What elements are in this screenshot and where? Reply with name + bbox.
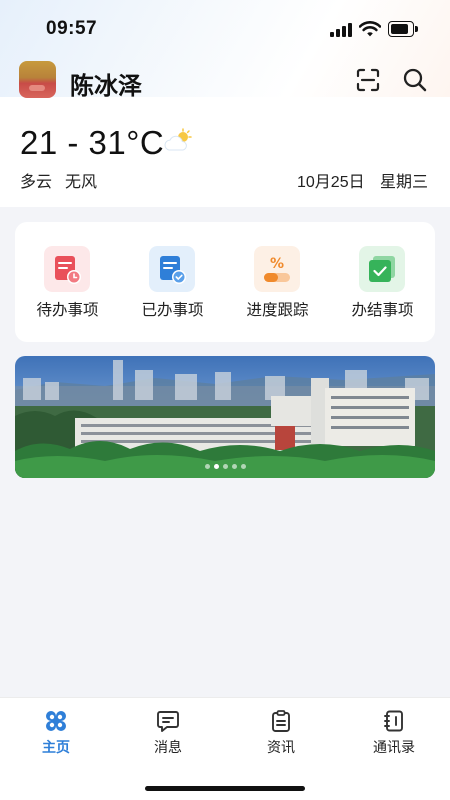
quick-action-label: 办结事项	[351, 302, 414, 319]
tab-label: 消息	[154, 739, 182, 755]
wind-status: 无风	[65, 174, 98, 191]
bottom-tab-bar: 主页 消息 资讯 通讯录	[0, 697, 450, 800]
completed-box-icon	[359, 246, 405, 292]
tab-label: 主页	[42, 739, 70, 755]
status-bar: 09:57	[0, 0, 450, 54]
quick-action-progress[interactable]: % 进度跟踪	[225, 222, 330, 342]
home-grid-icon	[46, 711, 66, 731]
campus-photo	[15, 356, 435, 478]
search-icon[interactable]	[402, 67, 428, 93]
campus-banner[interactable]	[15, 356, 435, 478]
message-icon	[157, 711, 179, 732]
partly-cloudy-icon	[164, 128, 192, 151]
news-clipboard-icon	[272, 710, 290, 732]
carousel-dot[interactable]	[240, 464, 246, 469]
avatar[interactable]	[19, 61, 56, 98]
quick-action-done[interactable]: 已办事项	[120, 222, 225, 342]
battery-icon	[388, 21, 418, 37]
carousel-indicator	[15, 464, 435, 469]
cellular-signal-icon	[330, 23, 352, 37]
quick-action-label: 进度跟踪	[246, 302, 309, 319]
weather-condition: 多云	[20, 174, 53, 191]
carousel-dot[interactable]	[204, 464, 210, 469]
tab-contacts[interactable]: 通讯录	[338, 698, 450, 762]
scan-icon[interactable]	[355, 67, 381, 93]
weather-panel: 21 - 31°C 多云 无风 10月25日 星期三	[0, 118, 450, 198]
tab-home[interactable]: 主页	[0, 698, 112, 762]
temperature-range: 21 - 31°C	[20, 124, 165, 161]
quick-action-completed[interactable]: 办结事项	[330, 222, 435, 342]
svg-text:%: %	[270, 256, 284, 272]
tab-label: 资讯	[267, 739, 295, 755]
carousel-dot[interactable]	[213, 464, 219, 469]
status-time: 09:57	[46, 18, 98, 39]
current-weekday: 星期三	[380, 174, 429, 191]
user-name: 陈冰泽	[70, 73, 142, 100]
wifi-icon	[359, 21, 381, 37]
header: 陈冰泽	[0, 56, 450, 104]
quick-action-label: 待办事项	[36, 302, 99, 319]
quick-action-todo[interactable]: 待办事项	[15, 222, 120, 342]
todo-clock-icon	[44, 246, 90, 292]
tab-label: 通讯录	[373, 739, 415, 755]
contacts-book-icon	[384, 710, 403, 732]
carousel-dot[interactable]	[231, 464, 237, 469]
current-date: 10月25日	[297, 174, 365, 191]
quick-action-label: 已办事项	[141, 302, 204, 319]
tab-messages[interactable]: 消息	[112, 698, 224, 762]
quick-actions-card: 待办事项 已办事项 % 进度跟踪 办结事项	[15, 222, 435, 342]
home-indicator	[145, 786, 305, 791]
progress-percent-icon: %	[254, 246, 300, 292]
carousel-dot[interactable]	[222, 464, 228, 469]
tab-news[interactable]: 资讯	[225, 698, 337, 762]
done-check-icon	[149, 246, 195, 292]
